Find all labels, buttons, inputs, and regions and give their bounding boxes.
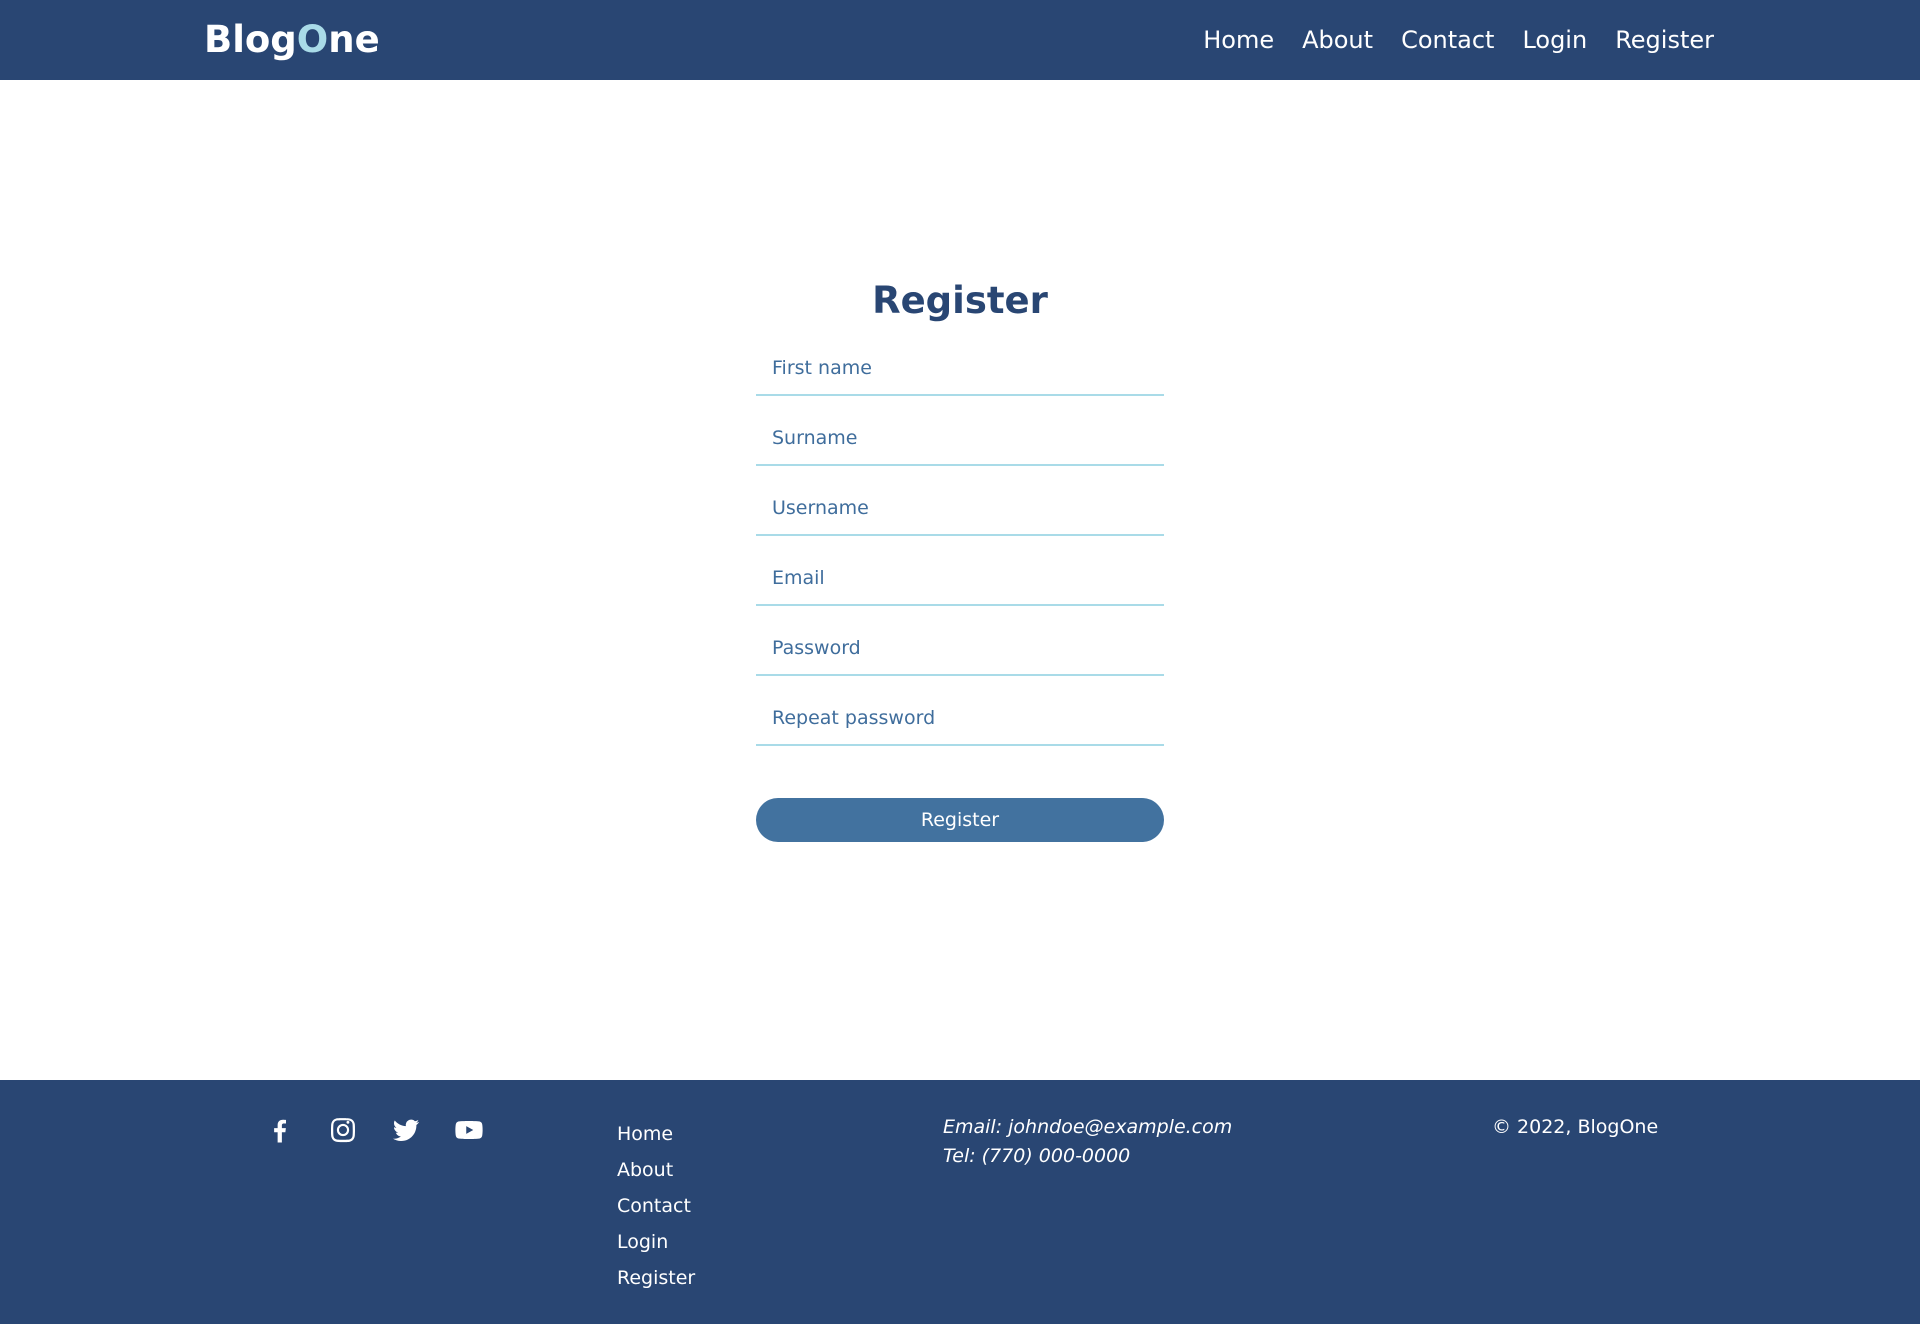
navbar: BlogOne Home About Contact Login Registe…: [0, 0, 1920, 80]
contact-tel: Tel: (770) 000-0000: [943, 1145, 1131, 1167]
repeat-password-input[interactable]: [756, 702, 1164, 746]
youtube-icon[interactable]: [453, 1114, 485, 1146]
instagram-icon[interactable]: [327, 1114, 359, 1146]
footer-link-about[interactable]: About: [617, 1152, 695, 1188]
nav-link-register[interactable]: Register: [1615, 22, 1714, 58]
surname-field-wrap: [756, 396, 1164, 466]
social-links: [264, 1114, 516, 1146]
contact-email: Email: johndoe@example.com: [943, 1116, 1233, 1138]
footer-link-contact[interactable]: Contact: [617, 1188, 695, 1224]
footer-link-home[interactable]: Home: [617, 1116, 695, 1152]
nav-link-about[interactable]: About: [1302, 22, 1373, 58]
site-logo[interactable]: BlogOne: [204, 17, 380, 63]
twitter-icon[interactable]: [390, 1114, 422, 1146]
footer-nav: Home About Contact Login Register: [617, 1116, 695, 1296]
first-name-input[interactable]: [756, 352, 1164, 396]
page-title: Register: [872, 279, 1048, 322]
register-button[interactable]: Register: [756, 798, 1164, 842]
email-input[interactable]: [756, 562, 1164, 606]
repeat-password-field-wrap: [756, 676, 1164, 746]
nav-link-home[interactable]: Home: [1203, 22, 1274, 58]
footer-link-login[interactable]: Login: [617, 1224, 695, 1260]
password-field-wrap: [756, 606, 1164, 676]
register-form: Register Register: [756, 276, 1164, 842]
copyright: © 2022, BlogOne: [1492, 1116, 1659, 1138]
facebook-icon[interactable]: [264, 1114, 296, 1146]
logo-text-blog: Blog: [204, 18, 297, 61]
footer: Home About Contact Login Register Email:…: [0, 1080, 1920, 1324]
form-fields: [756, 326, 1164, 746]
main-nav: Home About Contact Login Register: [1175, 22, 1714, 58]
username-input[interactable]: [756, 492, 1164, 536]
footer-link-register[interactable]: Register: [617, 1260, 695, 1296]
contact-info: Email: johndoe@example.com Tel: (770) 00…: [943, 1113, 1232, 1171]
username-field-wrap: [756, 466, 1164, 536]
password-input[interactable]: [756, 632, 1164, 676]
logo-text-ne: ne: [328, 18, 380, 61]
surname-input[interactable]: [756, 422, 1164, 466]
email-field-wrap: [756, 536, 1164, 606]
nav-link-login[interactable]: Login: [1522, 22, 1587, 58]
nav-link-contact[interactable]: Contact: [1401, 22, 1494, 58]
logo-text-accent: O: [296, 18, 329, 61]
first-name-field-wrap: [756, 326, 1164, 396]
